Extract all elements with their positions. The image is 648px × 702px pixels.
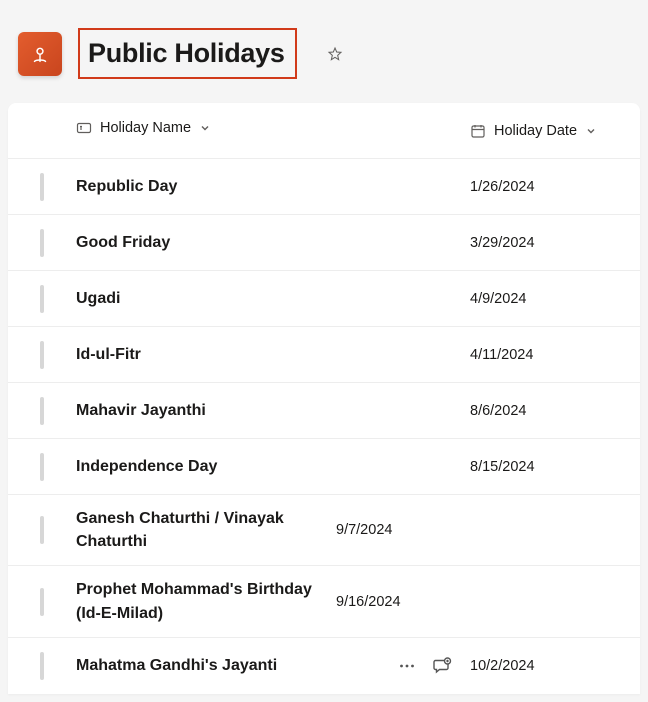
table-row[interactable]: Good Friday 3/29/2024 [8, 215, 640, 271]
cell-date: 9/7/2024 [336, 522, 506, 538]
table-row[interactable]: Ganesh Chaturthi / Vinayak Chaturthi 9/7… [8, 495, 640, 566]
chevron-down-icon [585, 125, 597, 137]
favorite-button[interactable] [321, 40, 349, 68]
row-handle[interactable] [40, 516, 44, 544]
more-actions-button[interactable] [396, 655, 418, 677]
holiday-table: Holiday Name Holiday Date Republic Day 1… [8, 103, 640, 694]
column-header-name[interactable]: Holiday Name [76, 120, 211, 136]
cell-date: 10/2/2024 [470, 658, 640, 674]
row-handle[interactable] [40, 588, 44, 616]
column-header-date-label: Holiday Date [494, 123, 577, 139]
table-row[interactable]: Prophet Mohammad's Birthday (Id-E-Milad)… [8, 566, 640, 637]
table-row[interactable]: Mahatma Gandhi's Jayanti 10/2/2024 [8, 638, 640, 694]
comment-add-icon [432, 656, 452, 676]
page-title-highlight: Public Holidays [78, 28, 297, 79]
cell-name: Mahavir Jayanthi [76, 402, 470, 420]
more-horizontal-icon [398, 657, 416, 675]
cell-date: 8/15/2024 [470, 459, 640, 475]
add-comment-button[interactable] [430, 654, 454, 678]
row-actions [396, 654, 454, 678]
page-header: Public Holidays [0, 0, 648, 103]
star-outline-icon [327, 44, 343, 64]
cell-name: Ugadi [76, 290, 470, 308]
row-handle[interactable] [40, 652, 44, 680]
row-handle[interactable] [40, 173, 44, 201]
cell-name: Id-ul-Fitr [76, 346, 470, 364]
row-handle[interactable] [40, 229, 44, 257]
text-field-icon [76, 120, 92, 136]
chevron-down-icon [199, 122, 211, 134]
table-row[interactable]: Ugadi 4/9/2024 [8, 271, 640, 327]
row-handle[interactable] [40, 285, 44, 313]
table-row[interactable]: Independence Day 8/15/2024 [8, 439, 640, 495]
page-title: Public Holidays [88, 38, 285, 69]
cell-name: Good Friday [76, 234, 470, 252]
cell-date: 9/16/2024 [336, 594, 506, 610]
cell-name: Mahatma Gandhi's Jayanti [76, 657, 396, 675]
column-header-date[interactable]: Holiday Date [470, 123, 640, 139]
cell-date: 3/29/2024 [470, 235, 640, 251]
cell-date: 4/9/2024 [470, 291, 640, 307]
table-row[interactable]: Republic Day 1/26/2024 [8, 159, 640, 215]
cell-name: Republic Day [76, 178, 470, 196]
table-row[interactable]: Mahavir Jayanthi 8/6/2024 [8, 383, 640, 439]
cell-name: Ganesh Chaturthi / Vinayak Chaturthi [76, 495, 336, 565]
row-handle[interactable] [40, 397, 44, 425]
cell-date: 1/26/2024 [470, 179, 640, 195]
cell-name: Independence Day [76, 458, 470, 476]
cell-date: 8/6/2024 [470, 403, 640, 419]
column-header-name-label: Holiday Name [100, 120, 191, 136]
row-handle[interactable] [40, 453, 44, 481]
pin-icon [29, 43, 51, 65]
cell-date: 4/11/2024 [470, 347, 640, 363]
app-icon-tile [18, 32, 62, 76]
row-handle[interactable] [40, 341, 44, 369]
table-header-row: Holiday Name Holiday Date [8, 103, 640, 159]
cell-name: Prophet Mohammad's Birthday (Id-E-Milad) [76, 566, 336, 636]
calendar-icon [470, 123, 486, 139]
table-row[interactable]: Id-ul-Fitr 4/11/2024 [8, 327, 640, 383]
